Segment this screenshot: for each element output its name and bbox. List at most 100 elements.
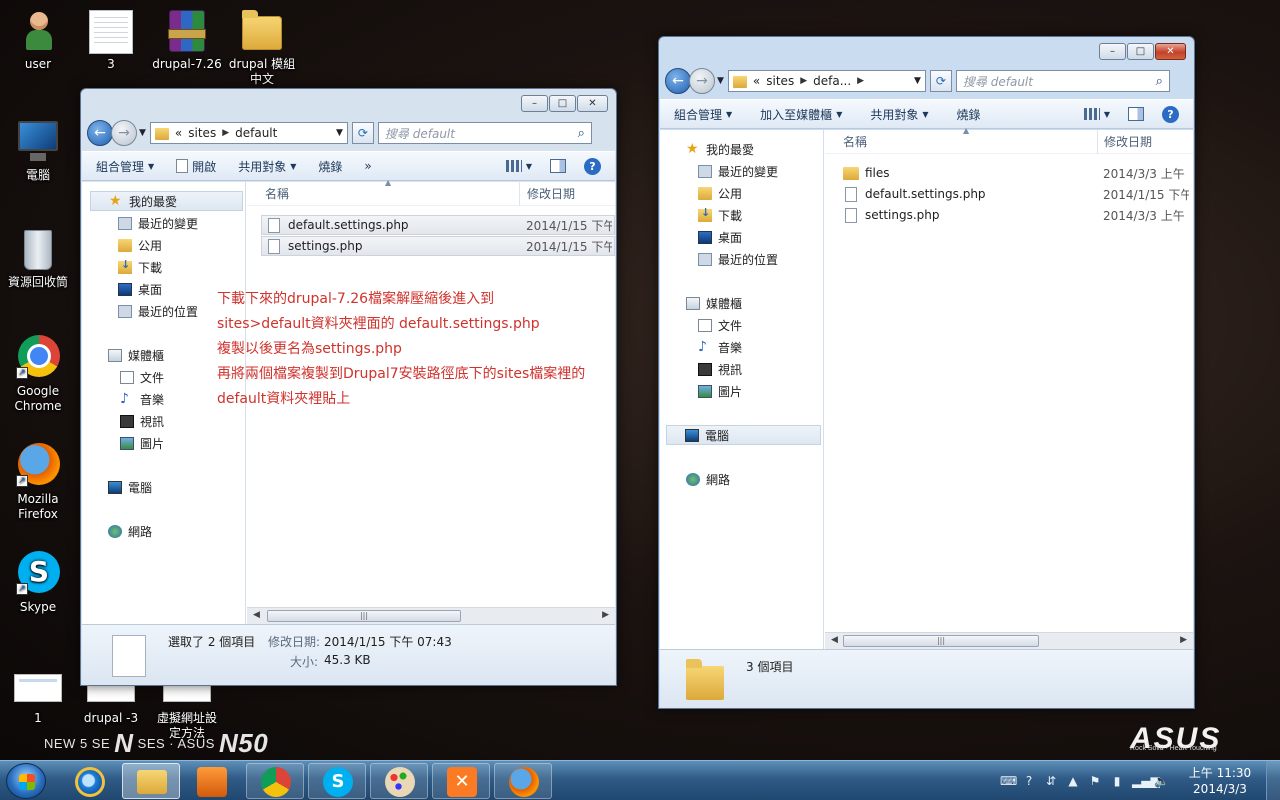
breadcrumb-sites[interactable]: sites — [188, 126, 216, 140]
wifi-signal-icon[interactable]: ▂▄▆ — [1132, 774, 1160, 788]
nav-music[interactable]: ♪ 音樂 — [660, 337, 823, 357]
language-icon[interactable]: ⇵ — [1044, 774, 1058, 788]
more-commands-button[interactable]: » — [364, 159, 371, 173]
preview-pane-button[interactable] — [550, 159, 566, 173]
nav-favorites[interactable]: ★ 我的最愛 — [660, 139, 823, 159]
show-hidden-icons-arrow[interactable]: ▲ — [1066, 774, 1080, 788]
scroll-right-arrow[interactable]: ▶ — [602, 610, 609, 620]
back-button[interactable]: ← — [665, 68, 691, 94]
desktop-icon-skype[interactable]: S ↗ Skype — [0, 549, 76, 615]
search-input[interactable]: 搜尋 default ⌕ — [955, 70, 1170, 92]
breadcrumb-sites[interactable]: sites — [766, 74, 794, 88]
minimize-button[interactable]: – — [1099, 43, 1126, 60]
scrollbar-thumb[interactable]: ||| — [267, 610, 461, 622]
desktop-icon-chrome[interactable]: ↗ Google Chrome — [0, 333, 76, 414]
help-icon[interactable]: ? — [584, 157, 601, 175]
nav-recent-changes[interactable]: 最近的變更 — [660, 161, 823, 181]
explorer-window-left[interactable]: – □ ✕ ← → ▼ « sites ▶ default ▼ ⟳ 搜尋 def… — [80, 88, 617, 686]
organize-button[interactable]: 組合管理 ▼ — [96, 158, 154, 175]
file-row[interactable]: default.settings.php 2014/1/15 下午 — [839, 184, 1193, 204]
taskbar-xampp[interactable]: ✕ — [432, 763, 490, 799]
nav-computer[interactable]: 電腦 — [82, 477, 245, 497]
address-overflow[interactable]: « — [753, 74, 760, 88]
scroll-left-arrow[interactable]: ◀ — [253, 610, 260, 620]
close-button[interactable]: ✕ — [577, 95, 608, 112]
start-button[interactable] — [6, 763, 46, 799]
file-row[interactable]: settings.php 2014/3/3 上午 — [839, 205, 1193, 225]
maximize-button[interactable]: □ — [549, 95, 576, 112]
help-icon[interactable]: ? — [1162, 105, 1179, 123]
recent-pages-dropdown[interactable]: ▼ — [717, 76, 724, 86]
chevron-right-icon[interactable]: ▶ — [222, 128, 229, 138]
desktop-icon-drupal-module-folder[interactable]: drupal 模組中文 — [224, 6, 300, 87]
chevron-right-icon[interactable]: ▶ — [857, 76, 864, 86]
speaker-icon[interactable]: 🔈 — [1154, 774, 1169, 788]
change-view-button[interactable]: ▼ — [505, 160, 532, 172]
taskbar-firefox[interactable] — [494, 763, 552, 799]
scrollbar-thumb[interactable]: ||| — [843, 635, 1039, 647]
nav-downloads[interactable]: 下載 — [660, 205, 823, 225]
desktop-icon-1[interactable]: 1 — [0, 660, 76, 726]
address-bar[interactable]: « sites ▶ defa... ▶ ▼ — [727, 70, 926, 92]
desktop-icon-computer[interactable]: 電腦 — [0, 117, 76, 183]
search-icon[interactable]: ⌕ — [1156, 74, 1163, 89]
desktop-icon-3[interactable]: 3 — [73, 6, 149, 72]
recent-pages-dropdown[interactable]: ▼ — [139, 128, 146, 138]
nav-recent-places[interactable]: 最近的位置 — [660, 249, 823, 269]
show-desktop-button[interactable] — [1266, 761, 1280, 800]
column-header-date[interactable]: 修改日期 — [527, 185, 575, 202]
nav-downloads[interactable]: 下載 — [82, 257, 245, 277]
taskbar-media-player[interactable] — [182, 763, 240, 799]
desktop-icon-user[interactable]: user — [0, 6, 76, 72]
file-row[interactable]: default.settings.php 2014/1/15 下午 — [261, 215, 615, 235]
horizontal-scrollbar[interactable]: ◀ ||| ▶ — [247, 607, 615, 624]
breadcrumb-default[interactable]: default — [235, 126, 277, 140]
close-button[interactable]: ✕ — [1155, 43, 1186, 60]
refresh-button[interactable]: ⟳ — [351, 122, 374, 144]
keyboard-icon[interactable]: ⌨ — [1000, 774, 1017, 788]
address-bar[interactable]: « sites ▶ default ▼ — [149, 122, 348, 144]
nav-videos[interactable]: 視訊 — [82, 411, 245, 431]
taskbar-skype[interactable]: S — [308, 763, 366, 799]
column-header-name[interactable]: 名稱 — [265, 185, 289, 202]
taskbar-explorer[interactable] — [122, 763, 180, 799]
change-view-button[interactable]: ▼ — [1083, 108, 1110, 120]
nav-favorites[interactable]: ★ 我的最愛 — [90, 191, 243, 211]
search-icon[interactable]: ⌕ — [578, 126, 585, 141]
burn-button[interactable]: 燒錄 — [318, 158, 342, 175]
nav-libraries[interactable]: 媒體櫃 — [660, 293, 823, 313]
nav-documents[interactable]: 文件 — [660, 315, 823, 335]
folder-row[interactable]: files 2014/3/3 上午 1 — [839, 163, 1193, 183]
burn-button[interactable]: 燒錄 — [957, 106, 981, 123]
chevron-down-icon[interactable]: ▼ — [336, 128, 343, 138]
chevron-right-icon[interactable]: ▶ — [800, 76, 807, 86]
nav-desktop[interactable]: 桌面 — [660, 227, 823, 247]
preview-pane-button[interactable] — [1128, 107, 1144, 121]
file-row[interactable]: settings.php 2014/1/15 下午 — [261, 236, 615, 256]
breadcrumb-default[interactable]: defa... — [813, 74, 851, 88]
forward-button[interactable]: → — [689, 68, 715, 94]
address-overflow[interactable]: « — [175, 126, 182, 140]
taskbar-ie[interactable] — [60, 763, 118, 799]
nav-pictures[interactable]: 圖片 — [82, 433, 245, 453]
open-button[interactable]: 開啟 — [176, 158, 216, 175]
desktop-icon-drupal-rar[interactable]: drupal-7.26 — [149, 6, 225, 72]
desktop-icon-recycle-bin[interactable]: 資源回收筒 — [0, 224, 76, 290]
forward-button[interactable]: → — [111, 120, 137, 146]
taskbar-chrome[interactable] — [246, 763, 304, 799]
horizontal-scrollbar[interactable]: ◀ ||| ▶ — [825, 632, 1193, 649]
column-header-date[interactable]: 修改日期 — [1104, 133, 1152, 150]
share-button[interactable]: 共用對象 ▼ — [238, 158, 296, 175]
taskbar-paint[interactable] — [370, 763, 428, 799]
nav-network[interactable]: 網路 — [82, 521, 245, 541]
maximize-button[interactable]: □ — [1127, 43, 1154, 60]
scroll-left-arrow[interactable]: ◀ — [831, 635, 838, 645]
minimize-button[interactable]: – — [521, 95, 548, 112]
desktop-icon-firefox[interactable]: ↗ Mozilla Firefox — [0, 441, 76, 522]
explorer-window-right[interactable]: – □ ✕ ← → ▼ « sites ▶ defa... ▶ ▼ ⟳ 搜尋 d… — [658, 36, 1195, 709]
chevron-down-icon[interactable]: ▼ — [914, 76, 921, 86]
nav-recent-changes[interactable]: 最近的變更 — [82, 213, 245, 233]
share-button[interactable]: 共用對象 ▼ — [870, 106, 928, 123]
nav-public[interactable]: 公用 — [660, 183, 823, 203]
taskbar-clock[interactable]: 上午 11:30 2014/3/3 — [1188, 765, 1252, 797]
